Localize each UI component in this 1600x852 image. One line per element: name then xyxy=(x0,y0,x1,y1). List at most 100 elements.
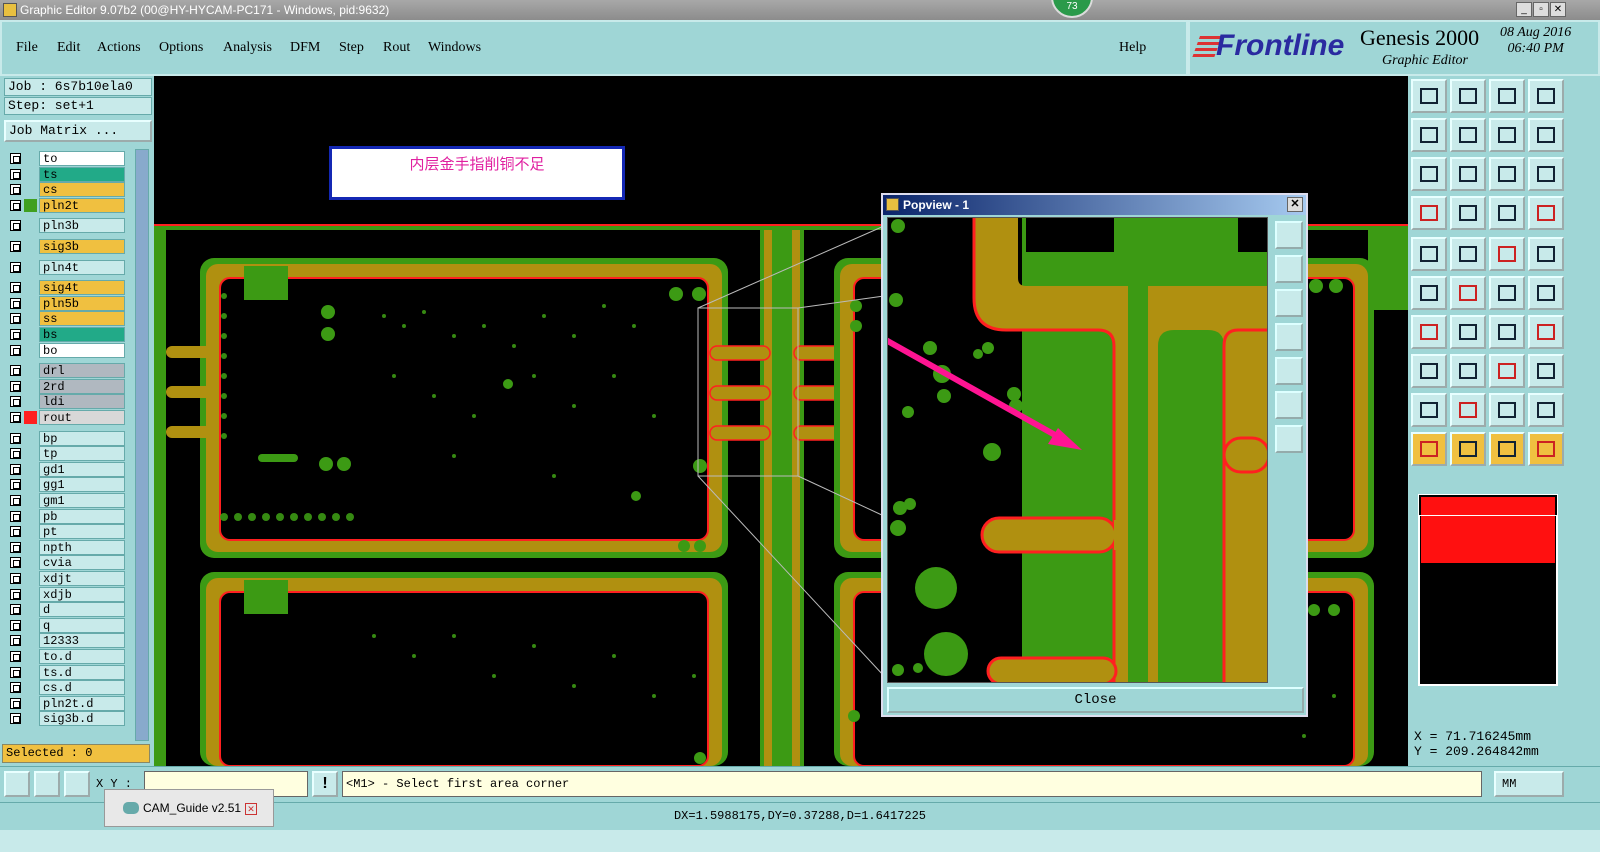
layer-display-checkbox[interactable] xyxy=(10,448,21,460)
popview-zoom-down-icon[interactable] xyxy=(1275,289,1303,317)
layer-display-checkbox[interactable] xyxy=(10,153,21,164)
layer-display-checkbox[interactable] xyxy=(10,329,21,340)
layer-display-checkbox[interactable] xyxy=(10,651,21,662)
menu-edit[interactable]: Edit xyxy=(57,40,80,56)
layer-row[interactable]: sig3b xyxy=(6,239,126,254)
pan-right-icon[interactable] xyxy=(1450,118,1486,152)
layer-display-checkbox[interactable] xyxy=(10,682,21,694)
select-lasso-icon[interactable] xyxy=(1489,432,1525,466)
layer-name[interactable]: ss xyxy=(39,311,125,327)
popview-title-bar[interactable]: Popview - 1 ✕ xyxy=(883,195,1306,215)
layer-name[interactable]: pln4t xyxy=(39,259,125,275)
layer-row[interactable]: gg1 xyxy=(6,477,126,493)
move-layer-icon[interactable] xyxy=(1450,196,1486,230)
layer-display-checkbox[interactable] xyxy=(10,635,21,647)
layer-name[interactable]: ts xyxy=(39,166,125,182)
layer-display-checkbox[interactable] xyxy=(10,557,21,569)
layer-row[interactable]: cvia xyxy=(6,555,126,571)
menu-dfm[interactable]: DFM xyxy=(290,40,320,56)
layer-row[interactable]: tp xyxy=(6,446,126,462)
popview-close-icon[interactable]: ✕ xyxy=(1287,197,1303,212)
layer-display-checkbox[interactable] xyxy=(10,432,21,444)
up-tri-icon[interactable] xyxy=(1489,393,1525,427)
layer-row[interactable]: pt xyxy=(6,524,126,540)
layer-display-checkbox[interactable] xyxy=(10,199,21,211)
layer-row[interactable]: pln2t xyxy=(6,197,126,213)
popview-zoom-view[interactable] xyxy=(887,217,1268,683)
layer-row[interactable]: sig4t xyxy=(6,280,126,296)
edit-line-icon[interactable] xyxy=(1450,354,1486,388)
layer-scrollbar[interactable] xyxy=(135,149,149,741)
layer-display-checkbox[interactable] xyxy=(10,604,21,616)
ff-icon[interactable] xyxy=(1528,315,1564,349)
rotate-arrow-icon[interactable] xyxy=(1489,315,1525,349)
layer-name[interactable]: pt xyxy=(39,524,125,540)
save-step-icon[interactable] xyxy=(1450,79,1486,113)
layer-row[interactable]: gm1 xyxy=(6,493,126,508)
layer-name[interactable]: pln2t xyxy=(39,197,125,213)
layer-display-checkbox[interactable] xyxy=(10,541,21,553)
zoom-fit-icon[interactable] xyxy=(1411,157,1447,191)
overview-minimap[interactable] xyxy=(1418,494,1558,686)
popview-zoom-out-icon[interactable] xyxy=(1275,391,1303,419)
taskbar-close-icon[interactable]: ✕ xyxy=(245,803,257,815)
menu-file[interactable]: File xyxy=(16,40,38,56)
rotate-icon[interactable] xyxy=(1489,118,1525,152)
popview-zoom-in-icon[interactable] xyxy=(1275,425,1303,453)
home-icon[interactable] xyxy=(1489,79,1525,113)
layer-row[interactable]: ts.d xyxy=(6,664,126,680)
layer-name[interactable]: pln2t.d xyxy=(39,695,125,711)
layer-display-checkbox[interactable] xyxy=(10,365,21,377)
menu-help[interactable]: Help xyxy=(1119,40,1146,56)
layer-name[interactable]: gd1 xyxy=(39,461,125,477)
layer-row[interactable]: bo xyxy=(6,342,126,358)
layer-name[interactable]: gg1 xyxy=(39,477,125,493)
zoom-center-icon[interactable] xyxy=(1450,157,1486,191)
layer-row[interactable]: ss xyxy=(6,311,126,327)
layer-display-checkbox[interactable] xyxy=(10,526,21,538)
layer-name[interactable]: cvia xyxy=(39,555,125,571)
layer-display-checkbox[interactable] xyxy=(10,396,21,408)
layer-display-checkbox[interactable] xyxy=(10,463,21,475)
place-icon[interactable] xyxy=(1411,354,1447,388)
maximize-button[interactable]: ▫ xyxy=(1533,2,1549,17)
layer-row[interactable]: 2rd xyxy=(6,378,126,394)
layer-name[interactable]: ts.d xyxy=(39,664,125,680)
layer-row[interactable]: npth xyxy=(6,539,126,555)
menu-step[interactable]: Step xyxy=(339,40,364,56)
menu-analysis[interactable]: Analysis xyxy=(223,40,272,56)
popview-zoom-fit-icon[interactable] xyxy=(1275,221,1303,249)
popview-zoom-home-icon[interactable] xyxy=(1275,255,1303,283)
layer-row[interactable]: bp xyxy=(6,430,126,446)
job-matrix-button[interactable]: Job Matrix ... xyxy=(4,120,152,142)
layer-display-checkbox[interactable] xyxy=(10,666,21,678)
layer-display-checkbox[interactable] xyxy=(10,282,21,294)
measure-icon[interactable] xyxy=(34,771,60,797)
layer-display-checkbox[interactable] xyxy=(10,510,21,522)
layer-display-checkbox[interactable] xyxy=(10,380,21,392)
layer-row[interactable]: gd1 xyxy=(6,461,126,477)
popview-close-button[interactable]: Close xyxy=(887,687,1304,713)
menu-actions[interactable]: Actions xyxy=(97,40,141,56)
layer-row[interactable]: to.d xyxy=(6,649,126,664)
layer-name[interactable]: 12333 xyxy=(39,633,125,649)
layer-name[interactable]: pln3b xyxy=(39,218,125,234)
layer-row[interactable]: d xyxy=(6,602,126,618)
ruler-icon[interactable] xyxy=(1489,237,1525,271)
layer-name[interactable]: xdjb xyxy=(39,586,125,602)
layer-display-checkbox[interactable] xyxy=(10,713,21,725)
info-icon[interactable]: ! xyxy=(312,771,338,797)
popview-pan-right-icon[interactable] xyxy=(1275,357,1303,385)
layer-row[interactable]: bs xyxy=(6,327,126,342)
select-edit-icon[interactable] xyxy=(1528,432,1564,466)
layer-name[interactable]: cs.d xyxy=(39,680,125,696)
line-point-icon[interactable] xyxy=(1489,276,1525,310)
layer-name[interactable]: bs xyxy=(39,327,125,342)
layer-display-checkbox[interactable] xyxy=(10,184,21,196)
layer-row[interactable]: pln5b xyxy=(6,295,126,311)
triangle-icon[interactable] xyxy=(1411,393,1447,427)
minimize-button[interactable]: _ xyxy=(1516,2,1532,17)
layer-row[interactable]: to xyxy=(6,151,126,166)
menu-options[interactable]: Options xyxy=(159,40,203,56)
layer-display-checkbox[interactable] xyxy=(10,313,21,325)
